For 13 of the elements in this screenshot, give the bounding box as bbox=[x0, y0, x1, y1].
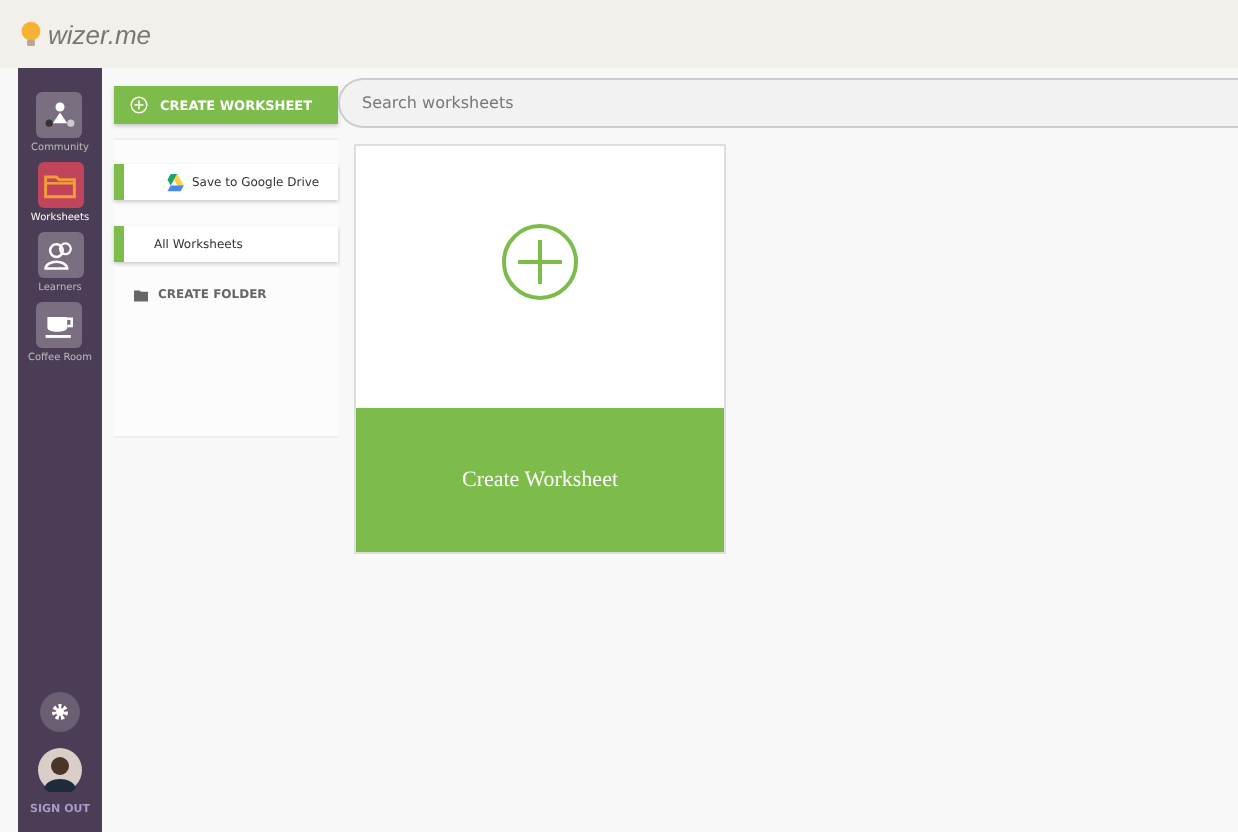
logo-text[interactable]: wizer.me bbox=[48, 19, 152, 49]
people-network-icon bbox=[41, 97, 78, 133]
plus-circle-icon bbox=[130, 96, 148, 114]
folder-icon bbox=[134, 289, 148, 301]
lightbulb-icon bbox=[20, 19, 42, 49]
search-field[interactable]: Search worksheets bbox=[338, 78, 1238, 128]
plus-circle-icon bbox=[500, 221, 580, 301]
people-icon bbox=[42, 237, 78, 273]
card-label: Create Worksheet bbox=[356, 408, 724, 552]
settings-button[interactable] bbox=[40, 692, 80, 732]
avatar-icon[interactable] bbox=[38, 748, 82, 792]
drive-triangle-icon bbox=[164, 173, 184, 191]
settings-icon bbox=[50, 702, 70, 722]
